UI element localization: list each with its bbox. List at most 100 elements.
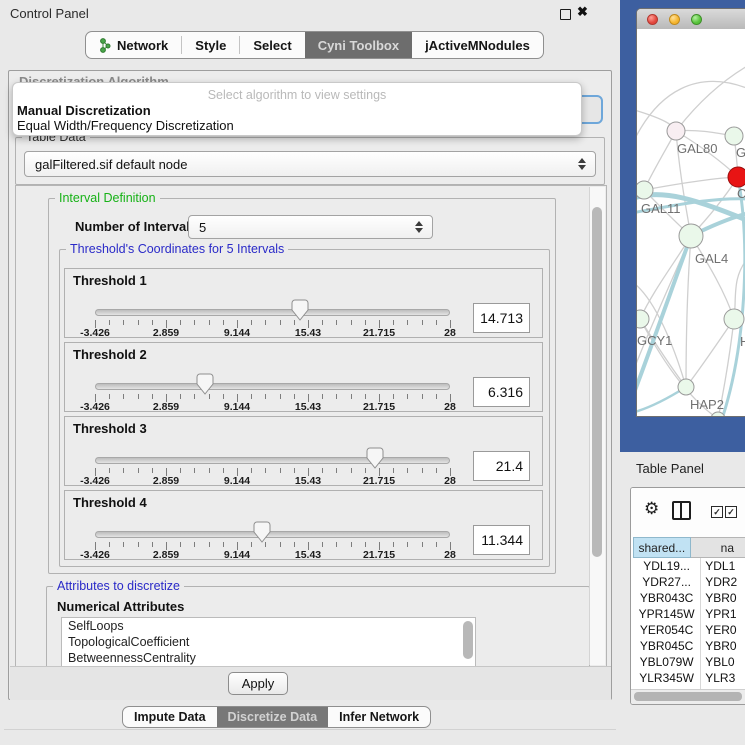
numerical-attributes-label: Numerical Attributes: [57, 599, 184, 614]
tick-mark: [180, 542, 181, 547]
node-label: C: [737, 186, 745, 201]
attributes-list-scrollbar[interactable]: [463, 621, 473, 659]
number-of-intervals-combobox[interactable]: 5: [188, 215, 433, 239]
network-canvas[interactable]: GAL80GACGAL11GAL4GCY1HHAP2: [637, 29, 745, 417]
column-header-name[interactable]: na: [691, 537, 745, 558]
cell-shared-name: YER054C: [633, 622, 701, 638]
thresholds-group: Threshold's Coordinates for 5 Intervals …: [59, 249, 550, 567]
tick-mark: [436, 542, 437, 547]
network-graph: GAL80GACGAL11GAL4GCY1HHAP2: [637, 29, 745, 417]
threshold-slider-track[interactable]: [95, 309, 450, 316]
algorithm-option-manual-discretization[interactable]: Manual Discretization: [17, 103, 151, 118]
threshold-value-field[interactable]: 21.4: [473, 451, 530, 481]
apply-button[interactable]: Apply: [228, 672, 288, 695]
attributes-list[interactable]: SelfLoopsTopologicalCoefficientBetweenne…: [61, 617, 476, 667]
tick-mark: [180, 468, 181, 473]
table-row[interactable]: YER054C YER0: [631, 622, 745, 638]
tab-style[interactable]: Style: [182, 32, 239, 58]
panel-divider: [4, 729, 616, 730]
table-row[interactable]: YBL079W YBL0: [631, 654, 745, 670]
column-layout-icon[interactable]: [672, 501, 691, 520]
minimize-traffic-light-icon[interactable]: [669, 14, 680, 25]
tick-mark: [407, 542, 408, 547]
threshold-value-field[interactable]: 14.713: [473, 303, 530, 333]
scrollbar-thumb[interactable]: [592, 207, 602, 557]
cell-shared-name: YPR145W: [633, 606, 701, 622]
table-row[interactable]: YDL19... YDL1: [631, 558, 745, 574]
network-node-gal80[interactable]: [667, 122, 685, 140]
tick-mark: [152, 542, 153, 547]
threshold-slider-thumb[interactable]: [253, 521, 271, 543]
tab-select[interactable]: Select: [240, 32, 304, 58]
tick-mark: [265, 542, 266, 547]
threshold-row: Threshold 4 -3.4262.8599.14415.4321.7152…: [64, 490, 543, 560]
table-row[interactable]: YLR345W YLR3: [631, 670, 745, 686]
threshold-slider-track[interactable]: [95, 531, 450, 538]
network-node-h[interactable]: [724, 309, 744, 329]
table-data-combobox[interactable]: galFiltered.sif default node: [24, 151, 596, 177]
threshold-slider-track[interactable]: [95, 457, 450, 464]
network-node-gal4[interactable]: [679, 224, 703, 248]
network-node-c[interactable]: [728, 167, 745, 187]
screen: Control Panel ✖ NetworkStyleSelectCyni T…: [0, 0, 745, 745]
tab-network[interactable]: Network: [86, 32, 181, 58]
column-header-shared-name[interactable]: shared...: [633, 537, 691, 558]
tab-infer-network[interactable]: Infer Network: [328, 707, 430, 727]
close-traffic-light-icon[interactable]: [647, 14, 658, 25]
checkbox-icon[interactable]: ✓: [711, 506, 723, 518]
tick-mark: [365, 542, 366, 547]
algorithm-option-equal-width-frequency-discretization[interactable]: Equal Width/Frequency Discretization: [17, 118, 234, 133]
network-node-hap2[interactable]: [678, 379, 694, 395]
cell-shared-name: YLR345W: [633, 670, 701, 686]
cell-name: YDR2: [701, 574, 745, 590]
scrollbar-thumb[interactable]: [634, 692, 742, 701]
table-row[interactable]: YPR145W YPR1: [631, 606, 745, 622]
tick-label: 2.859: [131, 475, 201, 487]
close-icon[interactable]: ✖: [577, 4, 588, 20]
cell-shared-name: YDL19...: [633, 558, 701, 574]
tab-label: Impute Data: [134, 710, 206, 724]
tab-jactivemnodules[interactable]: jActiveMNodules: [412, 32, 543, 58]
network-node-gal11[interactable]: [637, 181, 653, 199]
attribute-item-topologicalcoefficient[interactable]: TopologicalCoefficient: [62, 634, 475, 650]
tick-label: 15.43: [273, 549, 343, 561]
tick-mark: [194, 394, 195, 399]
tick-mark: [322, 394, 323, 399]
tab-label: Infer Network: [339, 710, 419, 724]
node-label: H: [740, 334, 745, 349]
threshold-value-field[interactable]: 6.316: [473, 377, 530, 407]
tick-mark: [180, 320, 181, 325]
tick-mark: [422, 320, 423, 325]
table-data-group: Table Data galFiltered.sif default node: [15, 137, 605, 185]
tab-discretize-data[interactable]: Discretize Data: [217, 707, 329, 727]
zoom-traffic-light-icon[interactable]: [691, 14, 702, 25]
node-label: GAL11: [641, 201, 681, 216]
table-horizontal-scrollbar[interactable]: [631, 689, 745, 704]
tab-impute-data[interactable]: Impute Data: [123, 707, 217, 727]
tick-mark: [109, 468, 110, 473]
table-row[interactable]: YBR043C YBR0: [631, 590, 745, 606]
attribute-item-betweennesscentrality[interactable]: BetweennessCentrality: [62, 650, 475, 666]
threshold-slider-thumb[interactable]: [196, 373, 214, 395]
table-header-row: shared... na: [631, 537, 745, 558]
network-node-gcy1[interactable]: [637, 310, 649, 328]
settings-vertical-scrollbar[interactable]: [589, 187, 605, 665]
network-node-ga[interactable]: [725, 127, 743, 145]
network-window-titlebar: [637, 9, 745, 30]
table-row[interactable]: YDR27... YDR2: [631, 574, 745, 590]
threshold-slider-track[interactable]: [95, 383, 450, 390]
gear-icon[interactable]: ⚙: [644, 499, 659, 519]
cell-name: YER0: [701, 622, 745, 638]
threshold-value-field[interactable]: 11.344: [473, 525, 530, 555]
number-of-intervals-value: 5: [199, 220, 206, 235]
checkbox-icon[interactable]: ✓: [725, 506, 737, 518]
cell-shared-name: YDR27...: [633, 574, 701, 590]
table-row[interactable]: YBR045C YBR0: [631, 638, 745, 654]
tick-mark: [422, 394, 423, 399]
threshold-slider-thumb[interactable]: [366, 447, 384, 469]
table-toolbar: ⚙ ✓ ✓: [631, 488, 745, 537]
attribute-item-selfloops[interactable]: SelfLoops: [62, 618, 475, 634]
tab-cyni-toolbox[interactable]: Cyni Toolbox: [305, 32, 412, 58]
threshold-slider-thumb[interactable]: [291, 299, 309, 321]
float-window-icon[interactable]: [560, 9, 571, 20]
